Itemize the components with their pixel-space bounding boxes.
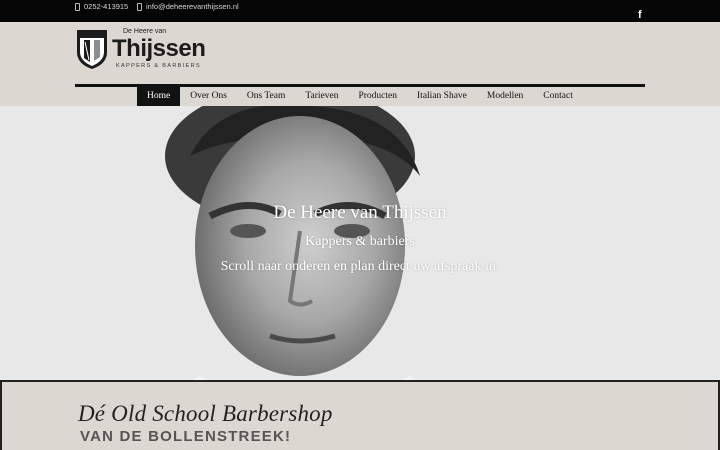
nav-over-ons[interactable]: Over Ons [180,87,237,106]
shield-logo-icon [77,30,107,69]
nav-modellen[interactable]: Modellen [477,87,533,106]
nav-home[interactable]: Home [137,87,181,106]
hero-subtitle: Kappers & barbiers [305,234,415,249]
main-nav: Home Over Ons Ons Team Tarieven Producte… [137,87,583,106]
facebook-icon[interactable]: f [638,9,642,21]
nav-contact[interactable]: Contact [533,87,583,106]
phone-number[interactable]: 0252-413915 [84,1,128,13]
top-bar: 0252-413915 info@deheerevanthijssen.nl f [0,0,720,22]
phone-icon [75,2,80,11]
nav-ons-team[interactable]: Ons Team [237,87,295,106]
hero-call-to-action: Scroll naar onderen en plan direct uw af… [220,259,500,274]
logo-tagline: KAPPERS & BARBIERS [116,63,201,69]
intro-section: Dé Old School Barbershop VAN DE BOLLENST… [0,380,720,450]
logo-main-text: Thijssen [112,35,206,62]
hero-title: De Heere van Thijssen [273,202,447,223]
section-slab-title: VAN DE BOLLENSTREEK! [80,428,292,445]
nav-producten[interactable]: Producten [348,87,407,106]
site-logo[interactable]: De Heere van Thijssen KAPPERS & BARBIERS [75,28,206,72]
email-contact[interactable]: info@deheerevanthijssen.nl [137,0,239,12]
nav-italian-shave[interactable]: Italian Shave [407,87,477,106]
nav-tarieven[interactable]: Tarieven [295,87,348,106]
logo-small-text: De Heere van [123,28,167,35]
site-header: De Heere van Thijssen KAPPERS & BARBIERS… [0,22,720,106]
email-address[interactable]: info@deheerevanthijssen.nl [146,1,239,13]
section-script-title: Dé Old School Barbershop [78,401,333,426]
mail-icon [137,2,142,11]
phone-contact[interactable]: 0252-413915 [75,0,128,12]
hero-banner: De Heere van Thijssen Kappers & barbiers… [0,106,720,380]
